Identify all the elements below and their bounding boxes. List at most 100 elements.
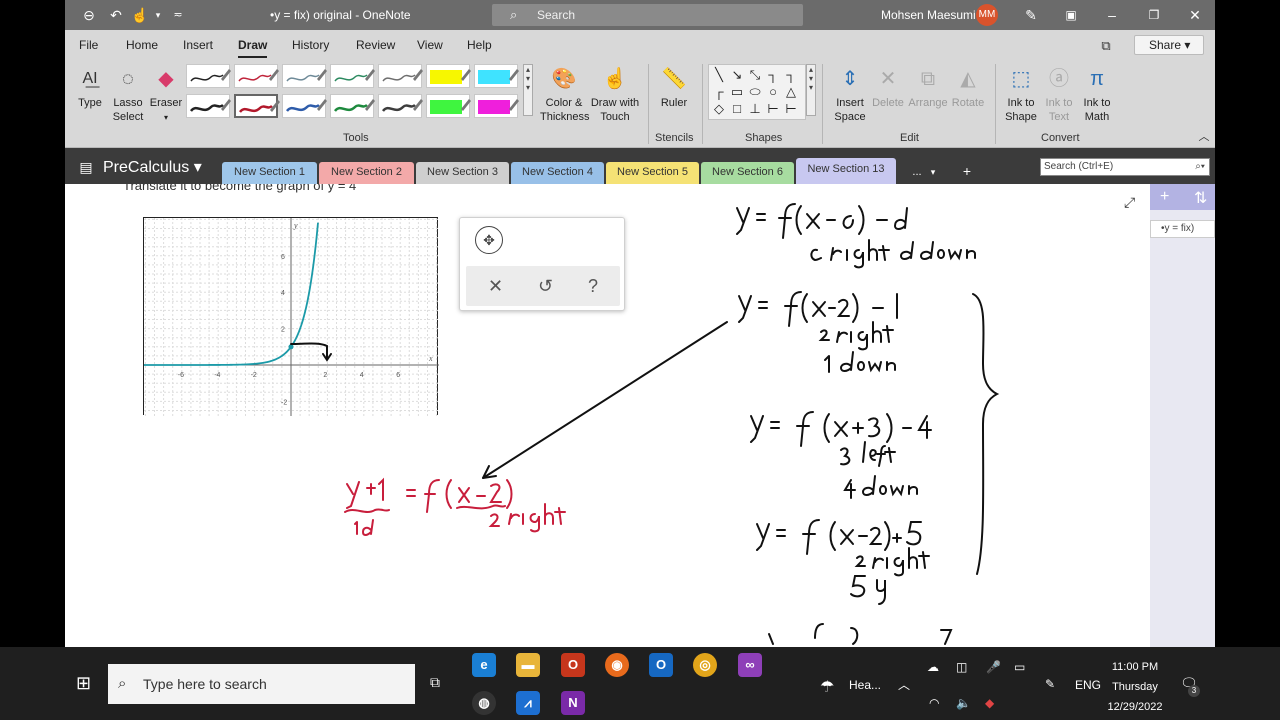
minimize-icon[interactable]: – bbox=[1103, 6, 1121, 24]
pen-swatch[interactable] bbox=[426, 94, 471, 118]
expand-icon[interactable]: ⤢ bbox=[1124, 194, 1135, 211]
customize-qat-icon[interactable]: ≂ bbox=[169, 6, 187, 24]
app-icon[interactable]: ⩘ bbox=[516, 691, 540, 715]
help-icon[interactable]: ? bbox=[588, 276, 598, 297]
wifi-icon[interactable]: ◠ bbox=[929, 696, 939, 710]
shapes-gallery-scroll[interactable]: ▴ ▾ ▾ bbox=[806, 64, 816, 116]
back-icon[interactable]: ⊖ bbox=[80, 6, 98, 24]
share-button[interactable]: Share ▾ bbox=[1134, 35, 1204, 55]
elbow-shape-icon[interactable]: ┌ bbox=[711, 84, 727, 100]
move-icon[interactable]: ✥ bbox=[475, 226, 503, 254]
ink-to-math-button[interactable]: π Ink to Math bbox=[1079, 66, 1115, 124]
notebook-icon[interactable]: ⧉ bbox=[1097, 37, 1115, 55]
elbow-shape-icon[interactable]: ┐ bbox=[783, 67, 799, 83]
pen-icon[interactable]: ✎ bbox=[1022, 6, 1040, 24]
arrow-shape-icon[interactable]: ↘ bbox=[729, 67, 745, 83]
close-icon[interactable]: ✕ bbox=[1186, 6, 1204, 24]
search-input[interactable]: ⌕ Search bbox=[492, 4, 803, 26]
menu-history[interactable]: History bbox=[292, 38, 329, 52]
menu-view[interactable]: View bbox=[417, 38, 443, 52]
user-name[interactable]: Mohsen Maesumi bbox=[881, 8, 976, 22]
pen-swatch[interactable] bbox=[186, 64, 231, 88]
graph-shape-icon[interactable]: ⊢ bbox=[783, 101, 799, 117]
pen-swatch[interactable] bbox=[282, 64, 327, 88]
eraser-button[interactable]: ◆ Eraser ▾ bbox=[149, 66, 183, 125]
camera-icon[interactable]: ◫ bbox=[956, 660, 967, 674]
pen-gallery-scroll[interactable]: ▴ ▾ ▾ bbox=[523, 64, 533, 116]
menu-help[interactable]: Help bbox=[467, 38, 492, 52]
outlook-app-icon[interactable]: O bbox=[649, 653, 673, 677]
pen-swatch[interactable] bbox=[282, 94, 327, 118]
avatar[interactable]: MM bbox=[976, 4, 998, 26]
language-indicator[interactable]: ENG bbox=[1075, 678, 1101, 692]
close-icon[interactable]: ✕ bbox=[488, 276, 503, 297]
file-explorer-icon[interactable]: ▬ bbox=[516, 653, 540, 677]
menu-file[interactable]: File bbox=[79, 38, 98, 52]
pen-swatch[interactable] bbox=[234, 94, 280, 118]
chevron-up-icon[interactable]: ︿ bbox=[898, 676, 910, 693]
collapse-ribbon-icon[interactable]: ︿ bbox=[1195, 128, 1213, 146]
section-tab[interactable]: New Section 2 bbox=[319, 162, 414, 184]
menu-review[interactable]: Review bbox=[356, 38, 395, 52]
ellipse-shape-icon[interactable]: ⬭ bbox=[747, 84, 763, 100]
pen-swatch[interactable] bbox=[330, 64, 375, 88]
ruler-button[interactable]: 📏 Ruler bbox=[659, 66, 689, 110]
section-tab[interactable]: New Section 6 bbox=[701, 162, 794, 184]
microphone-icon[interactable]: 🎤 bbox=[986, 660, 1001, 674]
battery-icon[interactable]: ▭ bbox=[1014, 660, 1025, 674]
type-button[interactable]: A͟I Type bbox=[75, 66, 105, 110]
undo-icon[interactable]: ↺ bbox=[538, 276, 553, 297]
restore-icon[interactable]: ❐ bbox=[1145, 6, 1163, 24]
elbow-shape-icon[interactable]: ┐ bbox=[765, 67, 781, 83]
ink-to-text-button[interactable]: ⓐ Ink to Text bbox=[1041, 66, 1077, 124]
rectangle-shape-icon[interactable]: ▭ bbox=[729, 84, 745, 100]
double-arrow-shape-icon[interactable]: ⤡ bbox=[747, 67, 763, 83]
undo-icon[interactable]: ↶ bbox=[107, 6, 125, 24]
touch-mode-icon[interactable]: ☝ bbox=[131, 6, 149, 24]
pen-swatch[interactable] bbox=[426, 64, 471, 88]
office-app-icon[interactable]: O bbox=[561, 653, 585, 677]
menu-draw[interactable]: Draw bbox=[238, 38, 268, 58]
axes-shape-icon[interactable]: ⊥ bbox=[747, 101, 763, 117]
app-icon[interactable]: ◍ bbox=[472, 691, 496, 715]
volume-icon[interactable]: 🔈 bbox=[956, 696, 971, 710]
page-canvas[interactable]: Translate it to become the graph of y = … bbox=[65, 184, 1150, 647]
windows-start-icon[interactable]: ⊞ bbox=[76, 673, 91, 694]
square-shape-icon[interactable]: □ bbox=[729, 101, 745, 117]
page-search-input[interactable]: Search (Ctrl+E) ⌕▾ bbox=[1040, 158, 1210, 176]
draw-with-touch-button[interactable]: ☝ Draw with Touch bbox=[589, 66, 641, 124]
notebook-name[interactable]: PreCalculus ▾ bbox=[103, 157, 202, 177]
exponential-graph-image[interactable]: -6 -4 -2 2 4 6 6 4 2 -2 x y bbox=[143, 217, 439, 416]
clock[interactable]: 11:00 PM Thursday 12/29/2022 bbox=[1100, 657, 1170, 717]
pen-swatch[interactable] bbox=[378, 94, 423, 118]
ink-to-shape-button[interactable]: ⬚ Ink to Shape bbox=[1003, 66, 1039, 124]
arrange-button[interactable]: ⧉ Arrange bbox=[908, 66, 948, 110]
menu-insert[interactable]: Insert bbox=[183, 38, 213, 52]
pen-icon[interactable]: ✎ bbox=[1045, 677, 1055, 691]
pen-swatch[interactable] bbox=[330, 94, 375, 118]
edge-app-icon[interactable]: e bbox=[472, 653, 496, 677]
insert-space-button[interactable]: ⇕ Insert Space bbox=[832, 66, 868, 124]
sort-icon[interactable]: ⇅ bbox=[1194, 188, 1207, 208]
page-item[interactable]: •y = fix) bbox=[1150, 220, 1215, 238]
taskbar-search-input[interactable]: ⌕ Type here to search bbox=[108, 664, 415, 704]
cloud-icon[interactable]: ☁ bbox=[927, 660, 939, 674]
pen-swatch[interactable] bbox=[474, 94, 519, 118]
triangle-shape-icon[interactable]: △ bbox=[783, 84, 799, 100]
chevron-down-icon[interactable]: ▾ bbox=[149, 6, 167, 24]
graph-shape-icon[interactable]: ⊢ bbox=[765, 101, 781, 117]
rotate-button[interactable]: ◭ Rotate bbox=[950, 66, 986, 110]
chevron-down-icon[interactable]: ▾ bbox=[924, 163, 942, 181]
weather-text[interactable]: Hea... bbox=[849, 678, 881, 692]
add-page-icon[interactable]: + bbox=[1160, 188, 1169, 206]
app-icon[interactable]: ∞ bbox=[738, 653, 762, 677]
color-thickness-button[interactable]: 🎨 Color & Thickness bbox=[540, 66, 590, 124]
pen-swatch[interactable] bbox=[234, 64, 279, 88]
section-tab[interactable]: New Section 1 bbox=[222, 162, 317, 184]
pen-swatch[interactable] bbox=[474, 64, 519, 88]
firefox-app-icon[interactable]: ◉ bbox=[605, 653, 629, 677]
add-section-button[interactable]: + bbox=[958, 162, 976, 180]
menu-home[interactable]: Home bbox=[126, 38, 158, 52]
line-shape-icon[interactable]: ╲ bbox=[711, 67, 727, 83]
section-tab[interactable]: New Section 3 bbox=[416, 162, 509, 184]
